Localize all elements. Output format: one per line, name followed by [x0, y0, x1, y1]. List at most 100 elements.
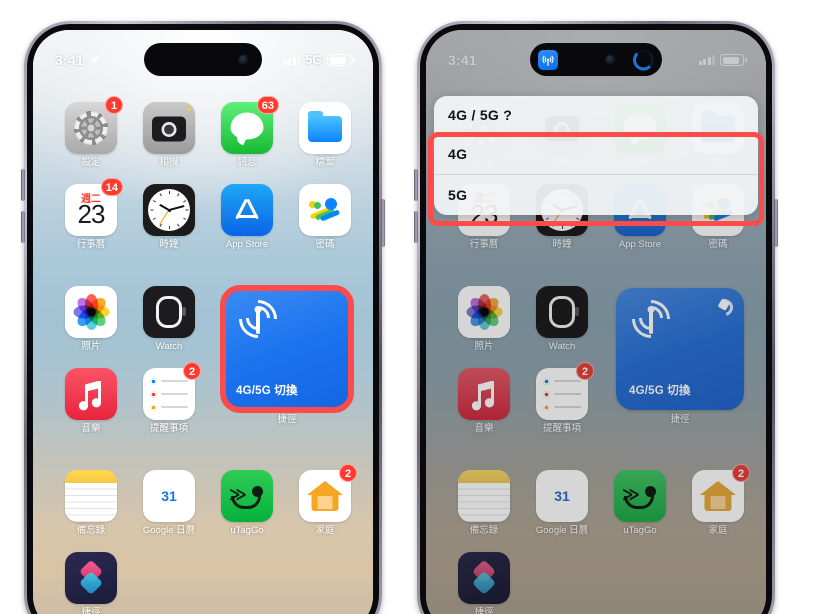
- home-app-icon: 2: [299, 464, 357, 522]
- app-google-calendar[interactable]: 31 Google 日曆: [137, 470, 201, 536]
- app-label-home: 家庭: [708, 525, 728, 536]
- notes-icon: [458, 470, 510, 522]
- app-label-notes: 備忘錄: [76, 525, 106, 536]
- app-label-messages: 訊息: [237, 157, 257, 168]
- app-calendar[interactable]: 週二 23 14 行事曆: [59, 178, 123, 250]
- app-settings[interactable]: 1 設定: [59, 96, 123, 168]
- app-notes[interactable]: 備忘錄: [59, 470, 123, 536]
- app-reminders[interactable]: 2 提醒事項: [137, 362, 201, 434]
- volume-down-button-right[interactable]: [414, 211, 418, 243]
- loading-spinner-icon: [712, 295, 737, 320]
- app-camera[interactable]: 相機: [137, 102, 201, 168]
- messages-icon: 63: [221, 96, 279, 154]
- app-label-calendar: 行事曆: [76, 239, 106, 250]
- screenshot-canvas: 3:41 5G 1 設定 相機 63 訊息 檔案 週二 23 14 行事曆 時鐘…: [0, 0, 817, 614]
- utaggo-face-icon: ≫: [614, 470, 666, 522]
- passwords-keys-icon: [299, 184, 351, 236]
- utaggo-face-icon: ≫: [221, 470, 273, 522]
- app-home[interactable]: 2 家庭: [686, 464, 750, 536]
- widget-4g5g-shortcut[interactable]: 4G/5G 切換 捷徑: [223, 288, 351, 425]
- action-sheet-option-5g[interactable]: 5G: [434, 174, 758, 215]
- photos-icon: [458, 286, 510, 338]
- calendar-icon: 週二 23 14: [65, 178, 123, 236]
- power-button-right[interactable]: [774, 199, 778, 247]
- badge-reminders: 2: [576, 362, 594, 380]
- app-label-music: 音樂: [474, 423, 494, 434]
- volume-up-button-left[interactable]: [21, 169, 25, 201]
- calendar-day: 23: [77, 199, 106, 229]
- app-watch[interactable]: Watch: [530, 286, 594, 352]
- app-label-watch: Watch: [548, 341, 576, 352]
- app-clock[interactable]: 時鐘: [137, 184, 201, 250]
- shortcuts-app-icon: [458, 552, 510, 604]
- app-label-shortcuts: 捷徑: [81, 607, 101, 614]
- reminders-icon: 2: [536, 362, 594, 420]
- music-note-icon: [458, 368, 510, 420]
- widget-4g5g-shortcut[interactable]: 4G/5G 切換 捷徑: [616, 288, 744, 425]
- app-photos[interactable]: 照片: [452, 286, 516, 352]
- google-calendar-icon: 31: [143, 470, 195, 522]
- badge-calendar: 14: [100, 178, 123, 196]
- app-reminders[interactable]: 2 提醒事項: [530, 362, 594, 434]
- google-calendar-icon: 31: [536, 470, 588, 522]
- app-label-app-store: App Store: [618, 239, 662, 250]
- app-utaggo[interactable]: ≫ uTagGo: [608, 470, 672, 536]
- app-shortcuts[interactable]: 捷徑: [452, 552, 516, 614]
- clock-icon: [143, 184, 195, 236]
- power-button-left[interactable]: [381, 199, 385, 247]
- music-note-icon: [65, 368, 117, 420]
- screen-left: 3:41 5G 1 設定 相機 63 訊息 檔案 週二 23 14 行事曆 時鐘…: [33, 30, 373, 614]
- widget-card: 4G/5G 切換: [616, 288, 744, 410]
- widget-title: 4G/5G 切換: [236, 385, 298, 397]
- widget-app-name: 捷徑: [670, 414, 690, 425]
- app-label-utaggo: uTagGo: [230, 525, 264, 536]
- shortcuts-app-icon: [65, 552, 117, 604]
- volume-up-button-right[interactable]: [414, 169, 418, 201]
- app-files[interactable]: 檔案: [293, 102, 357, 168]
- app-home[interactable]: 2 家庭: [293, 464, 357, 536]
- signal-broadcast-icon: [624, 292, 678, 346]
- widget-app-name: 捷徑: [277, 414, 297, 425]
- screen-right: 3:41 設定 相機: [426, 30, 766, 614]
- app-shortcuts[interactable]: 捷徑: [59, 552, 123, 614]
- app-label-calendar: 行事曆: [469, 239, 499, 250]
- app-label-reminders: 提醒事項: [542, 423, 581, 434]
- app-notes[interactable]: 備忘錄: [452, 470, 516, 536]
- action-sheet-4g5g: 4G / 5G ? 4G 5G: [434, 96, 758, 215]
- app-google-calendar[interactable]: 31 Google 日曆: [530, 470, 594, 536]
- app-photos[interactable]: 照片: [59, 286, 123, 352]
- badge-messages: 63: [256, 96, 279, 114]
- app-label-files: 檔案: [315, 157, 335, 168]
- app-label-utaggo: uTagGo: [623, 525, 657, 536]
- action-sheet-option-4g[interactable]: 4G: [434, 133, 758, 174]
- app-label-clock: 時鐘: [552, 239, 572, 250]
- app-label-clock: 時鐘: [159, 239, 179, 250]
- badge-settings: 1: [105, 96, 123, 114]
- files-folder-icon: [299, 102, 351, 154]
- app-label-home: 家庭: [315, 525, 335, 536]
- app-label-passwords: 密碼: [315, 239, 335, 250]
- app-label-settings: 設定: [81, 157, 101, 168]
- app-label-passwords: 密碼: [708, 239, 728, 250]
- iphone-left: 3:41 5G 1 設定 相機 63 訊息 檔案 週二 23 14 行事曆 時鐘…: [21, 21, 385, 614]
- app-utaggo[interactable]: ≫ uTagGo: [215, 470, 279, 536]
- app-music[interactable]: 音樂: [452, 368, 516, 434]
- signal-broadcast-icon: [231, 292, 285, 346]
- watch-icon: [143, 286, 195, 338]
- app-watch[interactable]: Watch: [137, 286, 201, 352]
- app-messages[interactable]: 63 訊息: [215, 96, 279, 168]
- app-app-store[interactable]: App Store: [215, 184, 279, 250]
- app-label-music: 音樂: [81, 423, 101, 434]
- iphone-right: 3:41 設定 相機: [414, 21, 778, 614]
- badge-home: 2: [339, 464, 357, 482]
- app-label-camera: 相機: [159, 157, 179, 168]
- volume-down-button-left[interactable]: [21, 211, 25, 243]
- widget-card: 4G/5G 切換: [223, 288, 351, 410]
- app-label-watch: Watch: [155, 341, 183, 352]
- reminders-icon: 2: [143, 362, 201, 420]
- app-label-google-calendar: Google 日曆: [535, 525, 589, 536]
- settings-gear-icon: 1: [65, 96, 123, 154]
- app-passwords[interactable]: 密碼: [293, 184, 357, 250]
- widget-title: 4G/5G 切換: [629, 385, 691, 397]
- app-music[interactable]: 音樂: [59, 368, 123, 434]
